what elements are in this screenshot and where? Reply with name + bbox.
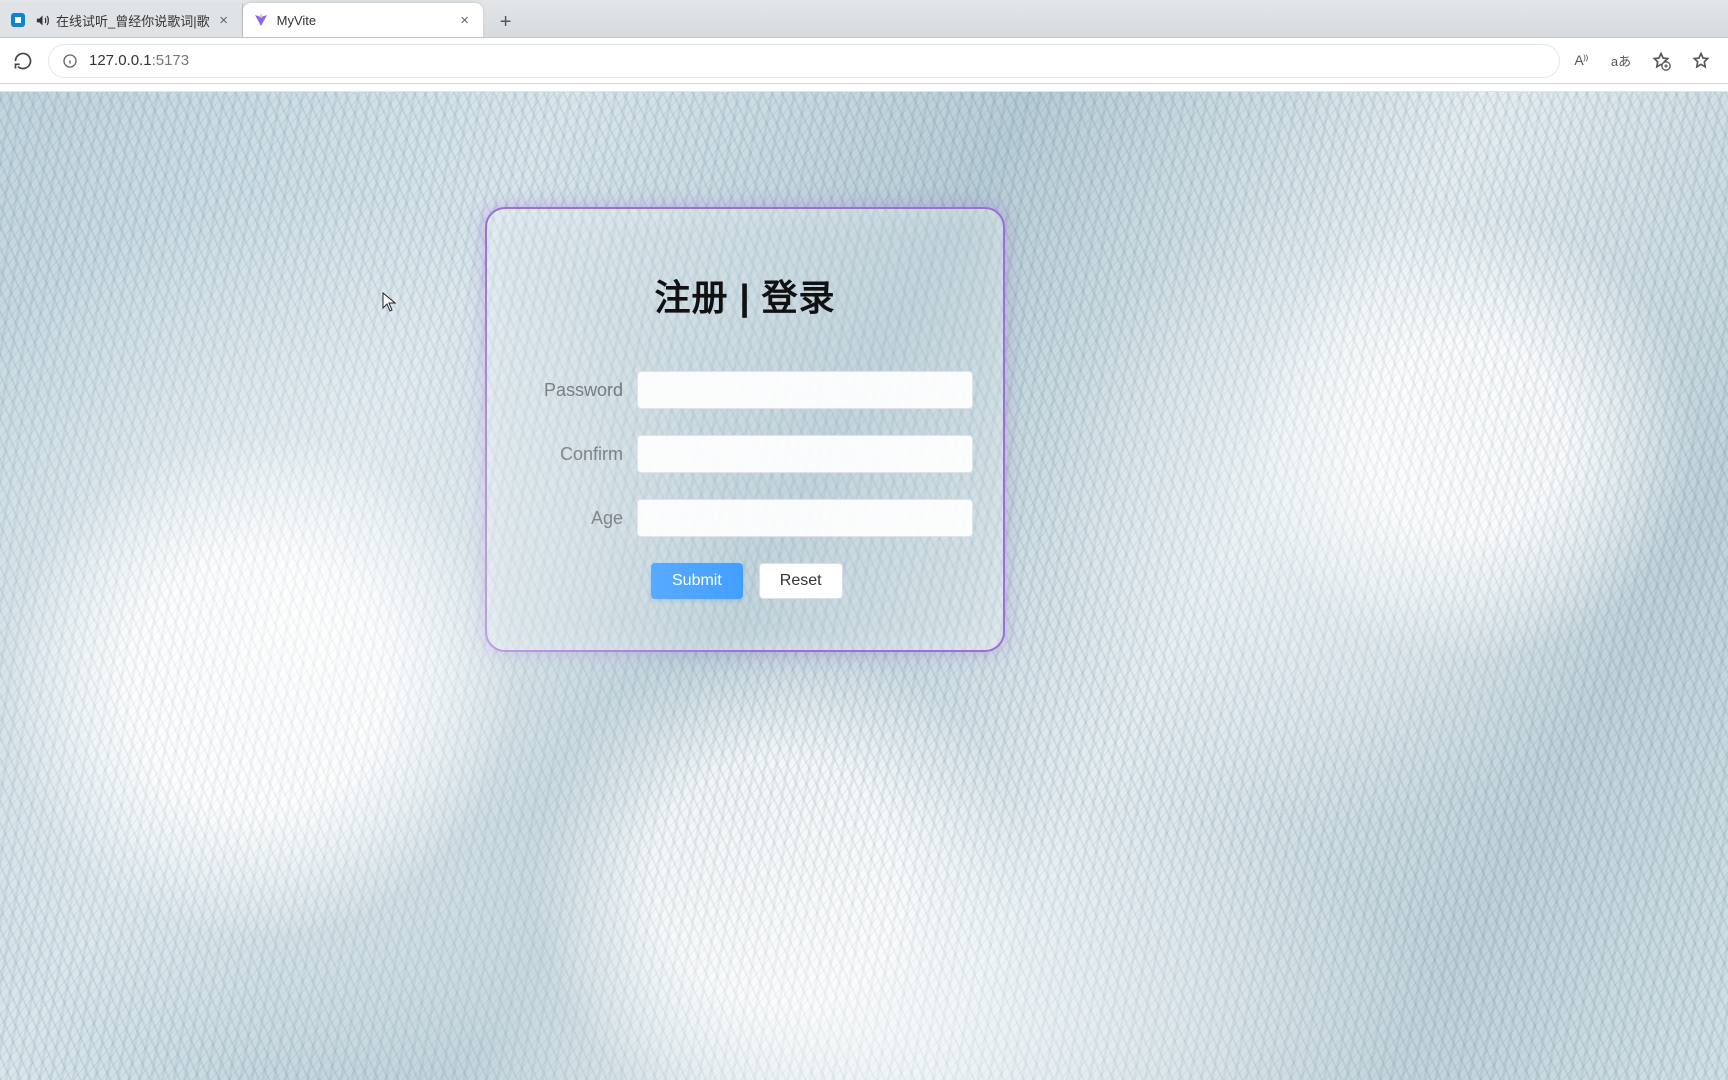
chrome-divider	[0, 84, 1728, 92]
favorites-add-icon[interactable]	[1650, 50, 1672, 72]
new-tab-button[interactable]: +	[489, 7, 523, 37]
vite-icon	[253, 12, 269, 28]
toolbar-right: A⁾⁾ aあ	[1570, 50, 1720, 72]
favicon-icon	[10, 12, 26, 28]
translate-icon[interactable]: aあ	[1610, 50, 1632, 72]
close-icon[interactable]: ×	[457, 12, 473, 28]
reset-button[interactable]: Reset	[759, 563, 843, 599]
reload-button[interactable]	[8, 46, 38, 76]
speaker-icon	[34, 12, 50, 28]
confirm-input[interactable]	[637, 435, 973, 473]
card-title: 注册 | 登录	[517, 269, 973, 321]
url-port: :5173	[152, 52, 190, 69]
page-content: 注册 | 登录 Password Confirm Age Submit Rese…	[0, 92, 1728, 1080]
url-host: 127.0.0.1	[89, 52, 152, 69]
button-row: Submit Reset	[517, 563, 973, 599]
tab-title: MyVite	[277, 13, 451, 28]
browser-window: 在线试听_曾经你说歌词|歌 × MyVite × + 127.0.0.1:517…	[0, 0, 1728, 1080]
address-bar: 127.0.0.1:5173 A⁾⁾ aあ	[0, 38, 1728, 84]
confirm-row: Confirm	[517, 435, 973, 473]
confirm-label: Confirm	[517, 444, 637, 465]
auth-card: 注册 | 登录 Password Confirm Age Submit Rese…	[485, 207, 1005, 652]
tab-audio-player[interactable]: 在线试听_曾经你说歌词|歌 ×	[0, 3, 243, 37]
tab-strip: 在线试听_曾经你说歌词|歌 × MyVite × +	[0, 0, 1728, 38]
age-input[interactable]	[637, 499, 973, 537]
age-row: Age	[517, 499, 973, 537]
submit-button[interactable]: Submit	[651, 563, 743, 599]
site-info-icon[interactable]	[61, 52, 79, 70]
tab-myvite[interactable]: MyVite ×	[243, 3, 483, 37]
password-input[interactable]	[637, 371, 973, 409]
cursor-icon	[382, 292, 396, 312]
url-box[interactable]: 127.0.0.1:5173	[48, 44, 1560, 78]
read-aloud-icon[interactable]: A⁾⁾	[1570, 50, 1592, 72]
password-row: Password	[517, 371, 973, 409]
favorites-icon[interactable]	[1690, 50, 1712, 72]
password-label: Password	[517, 380, 637, 401]
age-label: Age	[517, 508, 637, 529]
tab-title: 在线试听_曾经你说歌词|歌	[56, 11, 210, 30]
close-icon[interactable]: ×	[216, 12, 232, 28]
url-text: 127.0.0.1:5173	[89, 52, 189, 69]
